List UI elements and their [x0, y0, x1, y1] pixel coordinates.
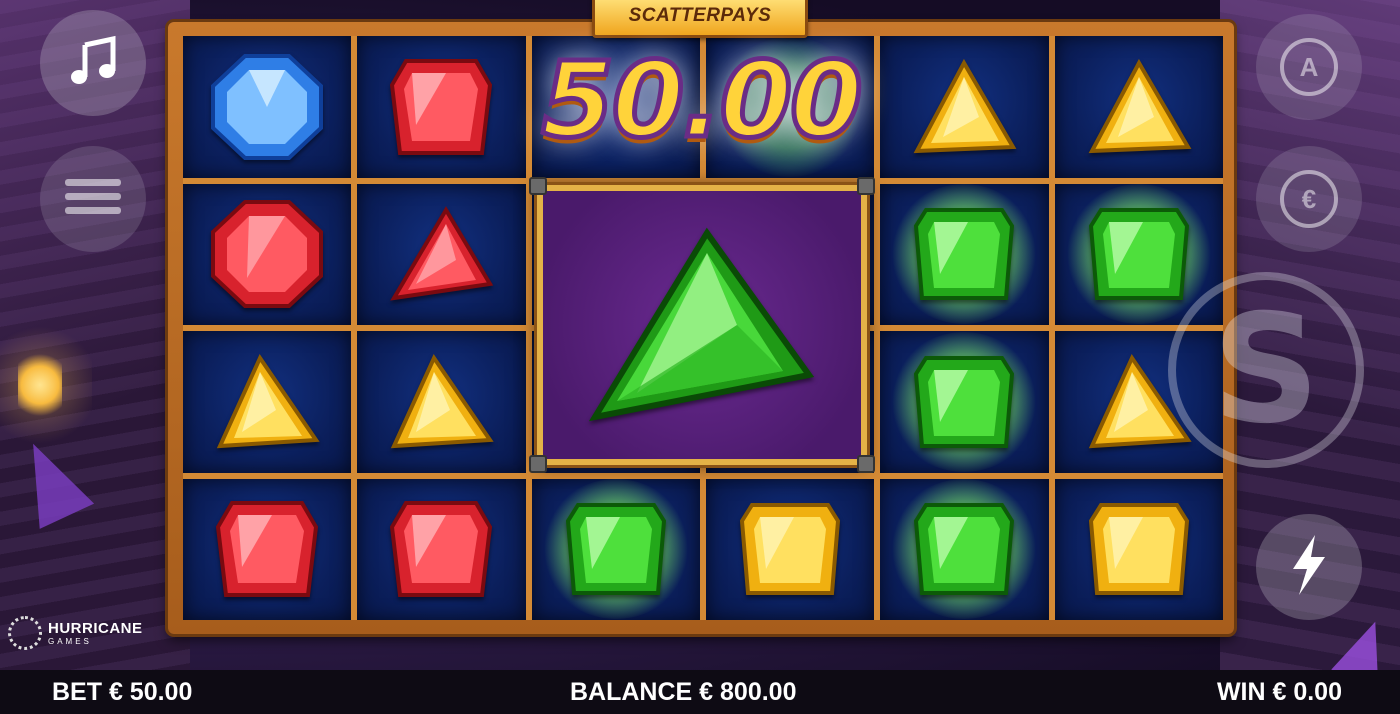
green-gem-icon	[587, 225, 817, 425]
autoplay-button[interactable]: A	[1256, 14, 1362, 120]
hurricane-swirl-icon	[8, 616, 42, 650]
reel-cell	[1054, 36, 1223, 178]
red-gem-icon	[386, 204, 496, 304]
reel-cell	[183, 478, 352, 620]
spin-icon: S	[1211, 283, 1321, 457]
yellow-gem-icon	[738, 499, 842, 599]
music-button[interactable]	[40, 10, 146, 116]
frame-bolt	[857, 455, 875, 473]
bet-settings-button[interactable]: €	[1256, 146, 1362, 252]
yellow-gem-icon	[909, 57, 1019, 157]
reel-cell	[1054, 478, 1223, 620]
reel-cell	[357, 478, 526, 620]
green-gem-icon	[912, 499, 1016, 599]
reel-cell	[183, 36, 352, 178]
red-gem-icon	[386, 497, 496, 601]
reel-cell	[531, 478, 700, 620]
provider-subtitle: GAMES	[48, 637, 92, 646]
reel-cell	[880, 478, 1049, 620]
currency-icon: €	[1280, 170, 1338, 228]
yellow-gem-icon	[386, 352, 496, 452]
blue-gem-icon	[207, 52, 327, 162]
bet-display: BET € 50.00	[52, 677, 193, 706]
yellow-gem-icon	[1084, 57, 1194, 157]
green-gem-icon	[1087, 204, 1191, 304]
win-display: WIN € 0.00	[1216, 677, 1342, 706]
provider-logo: HURRICANE GAMES	[8, 616, 143, 650]
frame-bolt	[529, 455, 547, 473]
red-gem-icon	[386, 55, 496, 159]
autoplay-icon: A	[1280, 38, 1338, 96]
balance-display: BALANCE € 800.00	[570, 677, 797, 706]
red-gem-icon	[207, 198, 327, 310]
yellow-gem-icon	[212, 352, 322, 452]
reel-cell	[357, 331, 526, 473]
reel-cell	[880, 183, 1049, 325]
spin-button[interactable]: S	[1168, 272, 1364, 468]
music-icon	[65, 33, 121, 94]
reel-cell	[183, 183, 352, 325]
lightning-icon	[1287, 533, 1331, 602]
frame-bolt	[857, 177, 875, 195]
reel-cell	[880, 36, 1049, 178]
reel-cell	[183, 331, 352, 473]
provider-name: HURRICANE	[48, 620, 143, 637]
banner-title: SCATTERPAYS	[628, 5, 772, 26]
frame-bolt	[529, 177, 547, 195]
reel-cell	[357, 183, 526, 325]
green-gem-icon	[912, 204, 1016, 304]
status-bar: BET € 50.00 BALANCE € 800.00 WIN € 0.00	[0, 670, 1400, 714]
scatterpays-banner: SCATTERPAYS	[592, 0, 808, 38]
red-gem-icon	[212, 497, 322, 601]
green-gem-icon	[912, 352, 1016, 452]
green-gem-icon	[564, 499, 668, 599]
big-symbol-cell	[529, 177, 875, 473]
reel-cell	[705, 478, 875, 620]
turbo-button[interactable]	[1256, 514, 1362, 620]
lantern-decoration	[0, 320, 92, 450]
reel-cell	[880, 331, 1049, 473]
menu-button[interactable]	[40, 146, 146, 252]
menu-icon	[63, 175, 123, 224]
reel-cell	[357, 36, 526, 178]
yellow-gem-icon	[1087, 499, 1191, 599]
win-amount-display: 50.00	[539, 37, 865, 164]
